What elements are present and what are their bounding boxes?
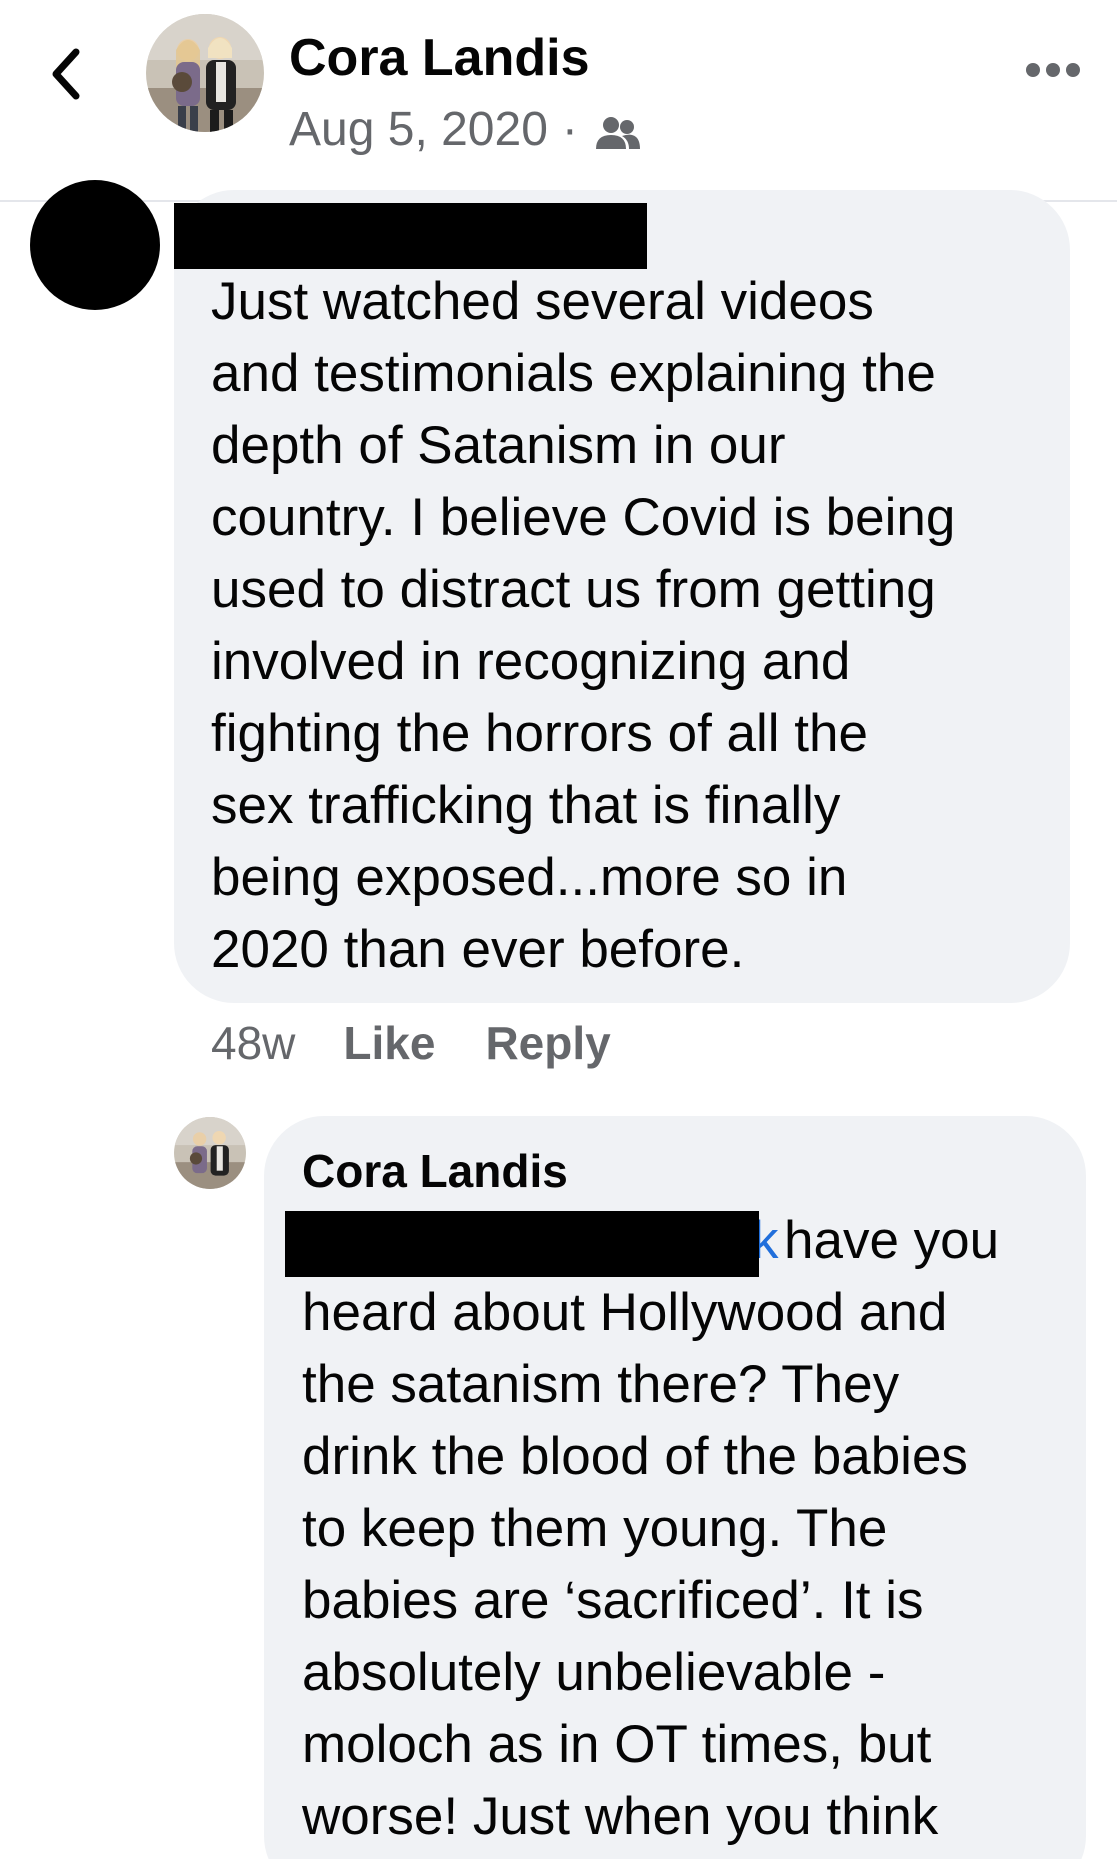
post-meta: Aug 5, 2020 ·: [289, 102, 642, 157]
reply-line: absolutely unbelievable -: [302, 1643, 886, 1702]
meta-separator: ·: [561, 103, 578, 156]
comment-actions: 48w Like Reply: [211, 1016, 661, 1070]
comment-line: being exposed...more so in: [211, 848, 848, 907]
comment-line: country. I believe Covid is being: [211, 488, 956, 547]
comment-thread-screen: Cora Landis Aug 5, 2020 · Just watched s…: [0, 0, 1117, 1859]
reply-line: babies are ‘sacrificed’. It is: [302, 1571, 924, 1630]
reply-line: drink the blood of the babies: [302, 1427, 968, 1486]
post-date[interactable]: Aug 5, 2020: [289, 102, 548, 157]
reply-author-name[interactable]: Cora Landis: [302, 1144, 568, 1198]
avatar-photo: [146, 14, 264, 132]
like-button[interactable]: Like: [343, 1016, 435, 1070]
comment-line: used to distract us from getting: [211, 560, 936, 619]
more-horizontal-icon: [1026, 63, 1080, 77]
reply-line: the satanism there? They: [302, 1355, 900, 1414]
more-options-button[interactable]: [1025, 60, 1081, 80]
chevron-left-icon: [52, 48, 80, 100]
reply-line: have you: [784, 1211, 1000, 1270]
author-name[interactable]: Cora Landis: [289, 28, 590, 88]
commenter-name-redacted: [174, 203, 647, 269]
reply-line: worse! Just when you think: [302, 1787, 939, 1846]
reply-author-avatar[interactable]: [174, 1117, 246, 1189]
author-avatar[interactable]: [146, 14, 264, 132]
friends-icon: [592, 110, 642, 150]
comment-line: depth of Satanism in our: [211, 416, 786, 475]
mention-redacted: [285, 1211, 759, 1277]
back-button[interactable]: [44, 44, 94, 104]
commenter-avatar-redacted[interactable]: [30, 180, 160, 310]
reply-line: to keep them young. The: [302, 1499, 888, 1558]
comment-line: fighting the horrors of all the: [211, 704, 868, 763]
comment-line: and testimonials explaining the: [211, 344, 936, 403]
avatar-photo: [174, 1117, 246, 1189]
comment-line: 2020 than ever before.: [211, 920, 745, 979]
reply-text: heard about Hollywood and the satanism t…: [302, 1277, 968, 1853]
reply-button[interactable]: Reply: [485, 1016, 610, 1070]
reply-line: moloch as in OT times, but: [302, 1715, 932, 1774]
comment-line: sex trafficking that is finally: [211, 776, 841, 835]
comment-text: Just watched several videos and testimon…: [211, 266, 955, 986]
comment-line: Just watched several videos: [211, 272, 874, 331]
comment-line: involved in recognizing and: [211, 632, 851, 691]
comment-timestamp[interactable]: 48w: [211, 1016, 295, 1070]
reply-line: heard about Hollywood and: [302, 1283, 948, 1342]
post-header: Cora Landis Aug 5, 2020 ·: [0, 0, 1117, 202]
